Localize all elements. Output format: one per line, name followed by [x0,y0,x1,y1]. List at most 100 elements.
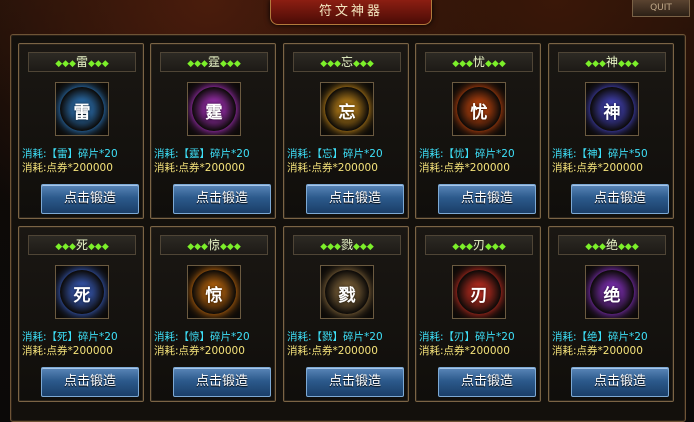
rune-glyph: 惊 [205,286,223,306]
rune-glyph: 戮 [338,286,356,306]
rune-artifact-icon[interactable]: 戮 [320,265,374,319]
quit-button[interactable]: QUIT [632,0,690,17]
rune-glyph: 忧 [470,103,488,123]
rune-card: ◆◆◆绝◆◆◆ 绝消耗:【绝】碎片*20 消耗:点券*200000 点击锻造 [548,226,674,402]
forge-button[interactable]: 点击锻造 [571,184,669,214]
diamond-ornament-icon: ◆◆◆ [187,242,208,252]
rune-card: ◆◆◆忘◆◆◆ 忘消耗:【忘】碎片*20 消耗:点券*200000 点击锻造 [283,43,409,219]
diamond-ornament-icon: ◆◆◆ [585,242,606,252]
diamond-ornament-icon: ◆◆◆ [452,242,473,252]
diamond-ornament-icon: ◆◆◆ [55,59,76,69]
rune-glyph: 死 [73,286,91,306]
diamond-ornament-icon: ◆◆◆ [55,242,76,252]
rune-name-header: ◆◆◆霆◆◆◆ [160,52,268,72]
forge-button[interactable]: 点击锻造 [41,367,139,397]
rune-name-header: ◆◆◆惊◆◆◆ [160,235,268,255]
rune-card: ◆◆◆惊◆◆◆ 惊消耗:【惊】碎片*20 消耗:点券*200000 点击锻造 [150,226,276,402]
fragment-cost: 消耗:【惊】碎片*20 [154,331,250,343]
diamond-ornament-icon: ◆◆◆ [353,242,374,252]
coupon-cost: 消耗:点券*200000 [154,345,245,357]
coupon-cost: 消耗:点券*200000 [419,345,510,357]
diamond-ornament-icon: ◆◆◆ [485,59,506,69]
diamond-ornament-icon: ◆◆◆ [220,59,241,69]
rune-name-header: ◆◆◆神◆◆◆ [558,52,666,72]
rune-artifact-icon[interactable]: 霆 [187,82,241,136]
diamond-ornament-icon: ◆◆◆ [187,59,208,69]
rune-card: ◆◆◆雷◆◆◆ 雷消耗:【雷】碎片*20 消耗:点券*200000 点击锻造 [18,43,144,219]
window-title: 符文神器 [270,0,432,25]
diamond-ornament-icon: ◆◆◆ [618,242,639,252]
fragment-cost: 消耗:【雷】碎片*20 [22,148,118,160]
coupon-cost: 消耗:点券*200000 [22,345,113,357]
coupon-cost: 消耗:点券*200000 [552,162,643,174]
coupon-cost: 消耗:点券*200000 [287,345,378,357]
rune-name-header: ◆◆◆绝◆◆◆ [558,235,666,255]
rune-card: ◆◆◆霆◆◆◆ 霆消耗:【霆】碎片*20 消耗:点券*200000 点击锻造 [150,43,276,219]
rune-artifact-icon[interactable]: 死 [55,265,109,319]
rune-artifact-icon[interactable]: 绝 [585,265,639,319]
rune-card: ◆◆◆刃◆◆◆ 刃消耗:【刃】碎片*20 消耗:点券*200000 点击锻造 [415,226,541,402]
rune-name: 戮 [340,238,353,252]
rune-name-header: ◆◆◆刃◆◆◆ [425,235,533,255]
rune-name: 雷 [75,55,88,69]
diamond-ornament-icon: ◆◆◆ [88,59,109,69]
fragment-cost: 消耗:【死】碎片*20 [22,331,118,343]
rune-name: 刃 [472,238,485,252]
diamond-ornament-icon: ◆◆◆ [220,242,241,252]
diamond-ornament-icon: ◆◆◆ [585,59,606,69]
diamond-ornament-icon: ◆◆◆ [485,242,506,252]
rune-name: 忧 [472,55,485,69]
rune-name-header: ◆◆◆死◆◆◆ [28,235,136,255]
rune-glyph: 刃 [470,286,488,306]
rune-name: 死 [75,238,88,252]
rune-artifact-icon[interactable]: 神 [585,82,639,136]
diamond-ornament-icon: ◆◆◆ [320,59,341,69]
fragment-cost: 消耗:【忧】碎片*20 [419,148,515,160]
forge-panel: ◆◆◆雷◆◆◆ 雷消耗:【雷】碎片*20 消耗:点券*200000 点击锻造 ◆◆◆霆◆… [10,34,686,422]
rune-artifact-icon[interactable]: 刃 [452,265,506,319]
coupon-cost: 消耗:点券*200000 [22,162,113,174]
forge-button[interactable]: 点击锻造 [41,184,139,214]
forge-button[interactable]: 点击锻造 [306,367,404,397]
forge-button[interactable]: 点击锻造 [173,367,271,397]
rune-name-header: ◆◆◆雷◆◆◆ [28,52,136,72]
rune-card: ◆◆◆神◆◆◆ 神消耗:【神】碎片*50 消耗:点券*200000 点击锻造 [548,43,674,219]
coupon-cost: 消耗:点券*200000 [419,162,510,174]
fragment-cost: 消耗:【忘】碎片*20 [287,148,383,160]
rune-glyph: 绝 [603,286,621,306]
diamond-ornament-icon: ◆◆◆ [618,59,639,69]
forge-button[interactable]: 点击锻造 [438,184,536,214]
rune-glyph: 霆 [205,103,223,123]
rune-glyph: 雷 [73,103,91,123]
rune-name: 绝 [605,238,618,252]
forge-button[interactable]: 点击锻造 [571,367,669,397]
diamond-ornament-icon: ◆◆◆ [320,242,341,252]
rune-glyph: 神 [603,103,621,123]
rune-name-header: ◆◆◆忘◆◆◆ [293,52,401,72]
fragment-cost: 消耗:【戮】碎片*20 [287,331,383,343]
rune-name: 霆 [207,55,220,69]
diamond-ornament-icon: ◆◆◆ [88,242,109,252]
rune-card: ◆◆◆戮◆◆◆ 戮消耗:【戮】碎片*20 消耗:点券*200000 点击锻造 [283,226,409,402]
fragment-cost: 消耗:【刃】碎片*20 [419,331,515,343]
diamond-ornament-icon: ◆◆◆ [353,59,374,69]
forge-button[interactable]: 点击锻造 [173,184,271,214]
fragment-cost: 消耗:【神】碎片*50 [552,148,648,160]
forge-button[interactable]: 点击锻造 [438,367,536,397]
rune-card: ◆◆◆忧◆◆◆ 忧消耗:【忧】碎片*20 消耗:点券*200000 点击锻造 [415,43,541,219]
rune-name: 惊 [207,238,220,252]
coupon-cost: 消耗:点券*200000 [552,345,643,357]
rune-artifact-icon[interactable]: 雷 [55,82,109,136]
coupon-cost: 消耗:点券*200000 [154,162,245,174]
rune-name: 神 [605,55,618,69]
rune-glyph: 忘 [338,103,356,123]
rune-artifact-icon[interactable]: 惊 [187,265,241,319]
rune-name: 忘 [340,55,353,69]
diamond-ornament-icon: ◆◆◆ [452,59,473,69]
rune-artifact-icon[interactable]: 忘 [320,82,374,136]
rune-artifact-icon[interactable]: 忧 [452,82,506,136]
fragment-cost: 消耗:【霆】碎片*20 [154,148,250,160]
rune-name-header: ◆◆◆戮◆◆◆ [293,235,401,255]
forge-button[interactable]: 点击锻造 [306,184,404,214]
fragment-cost: 消耗:【绝】碎片*20 [552,331,648,343]
